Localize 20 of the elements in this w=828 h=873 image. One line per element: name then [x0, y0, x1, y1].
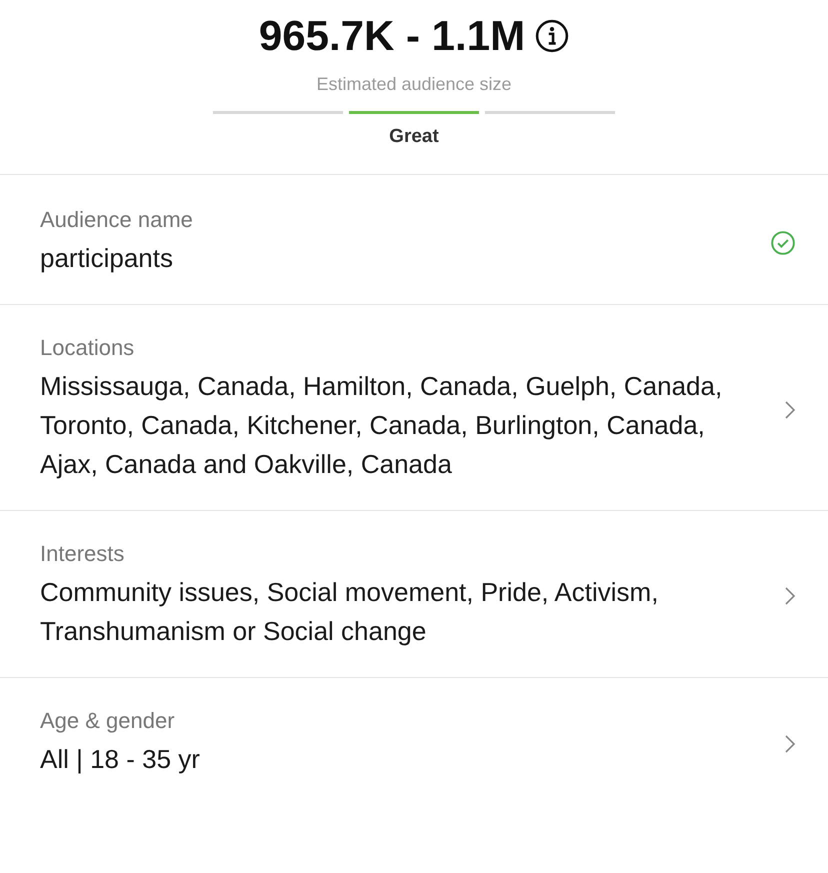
chevron-right-icon	[784, 586, 796, 606]
info-icon[interactable]	[535, 19, 570, 53]
check-circle-icon	[770, 230, 796, 256]
setting-label: Age & gender	[40, 708, 176, 734]
audience-setting-row[interactable]: Audience name participants	[0, 175, 828, 305]
chevron-right-icon	[784, 400, 796, 420]
rating-label: Great	[389, 126, 439, 148]
audience-setting-row[interactable]: Interests Community issues, Social movement, Pride, Activism, Transhumanism or Social change	[0, 511, 828, 678]
audience-setting-row[interactable]: Age & gender All | 18 - 35 yr	[0, 678, 828, 805]
setting-label: Locations	[40, 335, 136, 361]
setting-label: Interests	[40, 541, 126, 567]
caption: Estimated audience size	[316, 74, 512, 95]
chevron-right-icon	[784, 734, 796, 754]
setting-value: All | 18 - 35 yr	[40, 743, 201, 776]
setting-value: participants	[40, 242, 174, 275]
setting-label: Audience name	[40, 207, 194, 233]
audience-size-range: 965.7K - 1.1M	[258, 12, 526, 60]
setting-value: Mississauga, Canada, Hamilton, Canada, Guelph, Canada, Toronto, Canada, Kitchener, Canada, Burlington, Canada, Ajax, Canada and Oakville, Canada	[40, 370, 724, 481]
setting-value: Community issues, Social movement, Pride, Activism, Transhumanism or Social change	[40, 576, 660, 648]
audience-setting-row[interactable]: Locations Mississauga, Canada, Hamilton, Canada, Guelph, Canada, Toronto, Canada, Kitchener, Canada, Burlington, Canada, Ajax, Canada and Oakville, Canada	[0, 305, 828, 511]
